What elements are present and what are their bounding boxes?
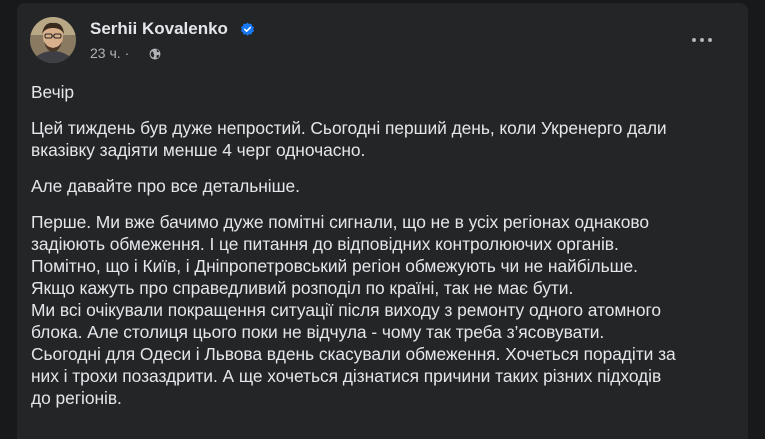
post-line: вказівку задіяти менше 4 черг одночасно.: [31, 140, 366, 160]
globe-icon[interactable]: [149, 48, 161, 60]
more-dots-icon: [692, 38, 696, 42]
post-timestamp[interactable]: 23 ч.: [90, 45, 121, 61]
post-line: Сьогодні для Одеси і Львова вдень скасув…: [31, 344, 676, 364]
post-body: Вечір Цей тиждень був дуже непростий. Сь…: [31, 81, 736, 423]
post-paragraph: Перше. Ми вже бачимо дуже помітні сигнал…: [31, 211, 736, 409]
post-line: Помітно, що і Київ, і Дніпропетровський …: [31, 256, 638, 276]
post-line: Ми всі очікували покращення ситуації піс…: [31, 300, 661, 320]
author-name[interactable]: Serhii Kovalenko: [90, 18, 228, 40]
post-line: Якщо кажуть про справедливий розподіл по…: [31, 278, 574, 298]
post-meta: 23 ч. ·: [90, 43, 134, 63]
post-line: до регіонів.: [31, 388, 122, 408]
post-paragraph: Вечір: [31, 81, 736, 103]
meta-separator: ·: [124, 45, 130, 61]
more-dot: [708, 38, 712, 42]
verified-badge-icon: [240, 22, 255, 36]
post-line: Вечір: [31, 82, 75, 102]
post-line: них і трохи позаздрити. А ще хочеться ді…: [31, 366, 662, 386]
more-options-button[interactable]: [685, 25, 719, 55]
avatar-photo: [30, 17, 76, 63]
post-paragraph: Цей тиждень був дуже непростий. Сьогодні…: [31, 117, 736, 161]
post-line: Перше. Ми вже бачимо дуже помітні сигнал…: [31, 212, 649, 232]
post-line: блока. Але столиця цього поки не відчула…: [31, 322, 605, 342]
post-card: Serhii Kovalenko 23 ч. · Вечір Цей тижден…: [17, 3, 748, 439]
more-dot: [700, 38, 704, 42]
post-paragraph: Але давайте про все детальніше.: [31, 175, 736, 197]
post-line: Цей тиждень був дуже непростий. Сьогодні…: [31, 118, 667, 138]
post-line: Але давайте про все детальніше.: [31, 176, 300, 196]
post-line: задіюють обмеження. І це питання до відп…: [31, 234, 619, 254]
author-avatar[interactable]: [30, 17, 76, 63]
